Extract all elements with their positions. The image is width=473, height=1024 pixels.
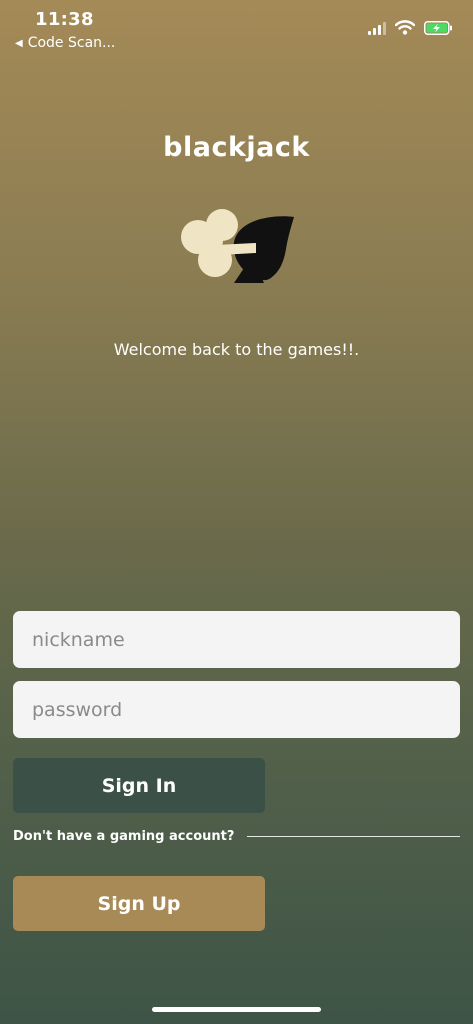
divider-line — [247, 836, 460, 837]
no-account-text: Don't have a gaming account? — [13, 829, 235, 844]
left-triangle-icon: ◀ — [15, 37, 23, 49]
status-icons — [368, 20, 453, 35]
no-account-divider: Don't have a gaming account? — [13, 829, 460, 844]
status-time: 11:38 — [35, 9, 94, 30]
sign-in-button[interactable]: Sign In — [13, 758, 265, 813]
battery-charging-icon — [424, 20, 452, 35]
home-indicator[interactable] — [152, 1007, 321, 1012]
status-bar: 11:38 ◀ Code Scan... — [0, 0, 473, 56]
cellular-signal-icon — [368, 21, 386, 35]
nickname-input[interactable] — [13, 611, 460, 668]
sign-up-button[interactable]: Sign Up — [13, 876, 265, 931]
club-spade-logo-icon — [181, 209, 294, 283]
back-link-label: Code Scan... — [27, 35, 116, 51]
wifi-icon — [395, 20, 415, 35]
back-to-app-link[interactable]: ◀ Code Scan... — [15, 35, 115, 51]
app-title: blackjack — [163, 132, 310, 163]
password-input[interactable] — [13, 681, 460, 738]
welcome-message: Welcome back to the games!!. — [113, 340, 360, 359]
